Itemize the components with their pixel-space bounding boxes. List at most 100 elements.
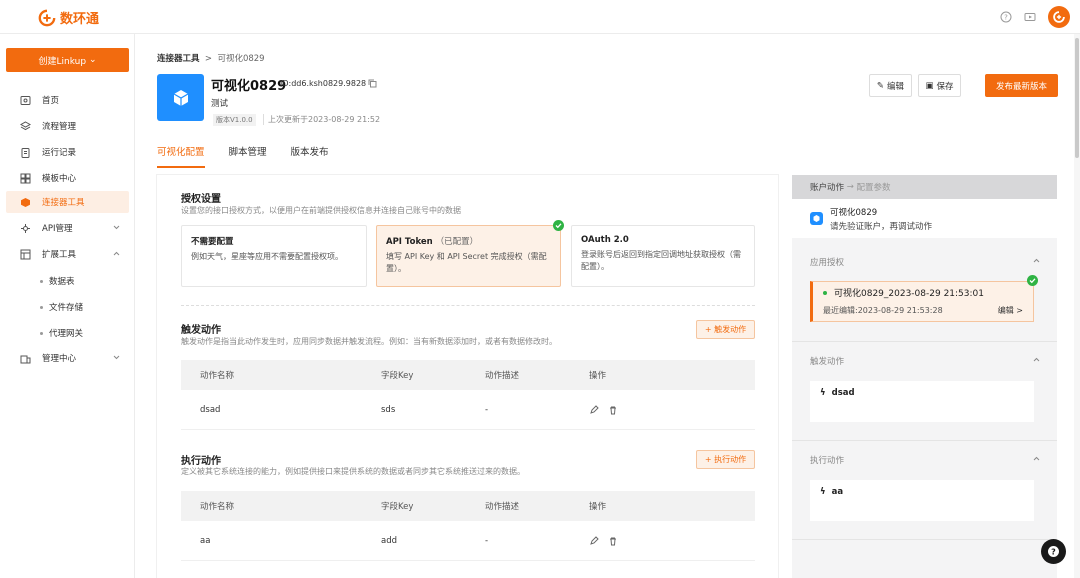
chevron-up-icon	[112, 249, 121, 258]
help-button[interactable]: ?	[1041, 539, 1066, 564]
sidebar-item-templates[interactable]: 模板中心	[6, 167, 129, 189]
connector-icon	[157, 74, 204, 121]
auth-record-card[interactable]: 可视化0829_2023-08-29 21:53:01 最近编辑:2023-08…	[810, 281, 1034, 322]
execute-section-title: 执行动作	[810, 456, 845, 466]
tab-script-management[interactable]: 脚本管理	[229, 144, 267, 168]
sidebar-item-home[interactable]: 首页	[6, 89, 129, 111]
config-panel: 授权设置 设置您的接口授权方式，以便用户在前端提供授权信息并连接自己账号中的数据…	[157, 175, 778, 578]
sidebar-item-admin[interactable]: 管理中心	[6, 347, 129, 369]
svg-text:?: ?	[1004, 14, 1008, 22]
bolt-icon: ϟ	[820, 487, 826, 497]
execute-table-header: 动作名称 字段Key 动作描述 操作	[181, 491, 755, 521]
edit-icon[interactable]	[589, 535, 599, 546]
brand-logo[interactable]: 数环通	[38, 8, 99, 27]
execute-action-card[interactable]: ϟ aa	[810, 480, 1034, 521]
api-icon	[20, 223, 31, 234]
add-trigger-button[interactable]: + 触发动作	[696, 320, 755, 339]
chevron-up-icon[interactable]	[1032, 454, 1041, 463]
step-config-params[interactable]: 配置参数	[857, 181, 891, 193]
auth-title: 授权设置	[181, 194, 221, 205]
chevron-down-icon	[112, 223, 121, 232]
trash-icon[interactable]	[608, 536, 618, 546]
layers-icon	[20, 120, 31, 132]
breadcrumb-root[interactable]: 连接器工具	[157, 54, 200, 64]
admin-icon	[20, 353, 31, 364]
trash-icon[interactable]	[608, 405, 618, 415]
trigger-section-title: 触发动作	[810, 357, 845, 367]
connector-id: ID:dd6.ksh0829.9828	[280, 79, 367, 88]
last-updated: 上次更新于2023-08-29 21:52	[263, 114, 380, 125]
sidebar: 创建Linkup ⌄ 首页 流程管理 运行记录 模板中心 连接器工具 API管理…	[0, 34, 135, 578]
sidebar-item-connector-tools[interactable]: 连接器工具	[6, 191, 129, 213]
execute-desc: 定义被其它系统连接的能力，例如提供接口来提供系统的数据或者同步其它系统推送过来的…	[181, 467, 525, 476]
home-icon	[20, 95, 31, 106]
sidebar-subitem-datatable[interactable]: 数据表	[40, 275, 75, 287]
debug-steps: 账户动作 → 配置参数	[792, 175, 1057, 199]
divider	[792, 341, 1057, 342]
tab-version-release[interactable]: 版本发布	[291, 144, 329, 168]
trigger-table-header: 动作名称 字段Key 动作描述 操作	[181, 360, 755, 390]
edit-icon[interactable]	[589, 404, 599, 415]
copy-icon[interactable]	[368, 79, 377, 88]
connector-desc: 测试	[211, 99, 229, 109]
chevron-up-icon[interactable]	[1032, 355, 1041, 364]
tab-visual-config[interactable]: 可视化配置	[157, 144, 205, 168]
scrollbar[interactable]	[1074, 34, 1080, 578]
sidebar-item-flows[interactable]: 流程管理	[6, 115, 129, 137]
check-icon	[553, 220, 564, 231]
avatar[interactable]	[1048, 6, 1070, 28]
execute-title: 执行动作	[181, 456, 221, 467]
user-logo-icon	[1053, 11, 1065, 23]
debug-panel: 账户动作 → 配置参数 可视化0829 请先验证账户，再调试动作 应用授权 可视…	[792, 175, 1057, 578]
step-account-action[interactable]: 账户动作	[810, 181, 844, 193]
chevron-down-icon	[112, 353, 121, 362]
save-icon: ▣	[925, 80, 934, 91]
edit-button[interactable]: ✎ 编辑	[869, 74, 912, 97]
svg-text:?: ?	[1051, 548, 1056, 557]
publish-button[interactable]: 发布最新版本	[985, 74, 1058, 97]
auth-edit-link[interactable]: 编辑 >	[998, 305, 1023, 316]
brand-name: 数环通	[60, 12, 100, 27]
auth-option-oauth[interactable]: OAuth 2.0 登录账号后返回到指定回调地址获取授权（需配置）。	[571, 225, 755, 287]
divider	[792, 539, 1057, 540]
breadcrumb: 连接器工具 > 可视化0829	[157, 54, 265, 64]
question-icon: ?	[1048, 546, 1059, 557]
chevron-down-icon: ⌄	[88, 55, 97, 65]
trigger-desc: 触发动作是指当此动作发生时，应用同步数据并触发流程。例如：当有新数据添加时，或者…	[181, 337, 557, 346]
sidebar-item-api[interactable]: API管理	[6, 217, 129, 239]
help-circle-icon[interactable]: ?	[1000, 11, 1012, 23]
check-icon	[1027, 275, 1038, 286]
trigger-title: 触发动作	[181, 325, 221, 336]
add-execute-button[interactable]: + 执行动作	[696, 450, 755, 469]
table-row: aa add -	[181, 521, 755, 561]
sidebar-item-runs[interactable]: 运行记录	[6, 141, 129, 163]
sidebar-subitem-proxy-gateway[interactable]: 代理网关	[40, 327, 83, 339]
cube-icon	[20, 197, 31, 208]
sidebar-item-extensions[interactable]: 扩展工具	[6, 243, 129, 265]
auth-option-api-token[interactable]: API Token （已配置） 填写 API Key 和 API Secret …	[376, 225, 561, 287]
connector-small-icon	[810, 212, 823, 225]
create-linkup-button[interactable]: 创建Linkup ⌄	[6, 48, 129, 72]
breadcrumb-current: 可视化0829	[217, 54, 265, 64]
auth-desc: 设置您的接口授权方式，以便用户在前端提供授权信息并连接自己账号中的数据	[181, 206, 461, 215]
divider	[792, 440, 1057, 441]
pencil-icon: ✎	[876, 80, 885, 91]
chevron-up-icon[interactable]	[1032, 256, 1041, 265]
sidebar-subitem-file-storage[interactable]: 文件存储	[40, 301, 83, 313]
extension-icon	[20, 249, 31, 260]
connector-title: 可视化0829	[211, 79, 287, 94]
main-area: 连接器工具 > 可视化0829 可视化0829 ID:dd6.ksh0829.9…	[135, 34, 1080, 578]
top-bar: 数环通 ?	[0, 0, 1080, 34]
trigger-action-card[interactable]: ϟ dsad	[810, 381, 1034, 422]
auth-option-none[interactable]: 不需要配置 例如天气，星座等应用不需要配置授权项。	[181, 225, 367, 287]
table-row: dsad sds -	[181, 390, 755, 430]
bolt-icon: ϟ	[820, 388, 826, 398]
divider	[181, 305, 755, 306]
grid-icon	[20, 173, 31, 184]
debug-notice: 可视化0829 请先验证账户，再调试动作	[792, 199, 1057, 238]
save-button[interactable]: ▣ 保存	[918, 74, 961, 97]
tab-bar: 可视化配置 脚本管理 版本发布	[157, 144, 329, 168]
logo-icon	[38, 9, 56, 26]
video-icon[interactable]	[1024, 11, 1036, 23]
auth-section-title: 应用授权	[810, 258, 845, 268]
